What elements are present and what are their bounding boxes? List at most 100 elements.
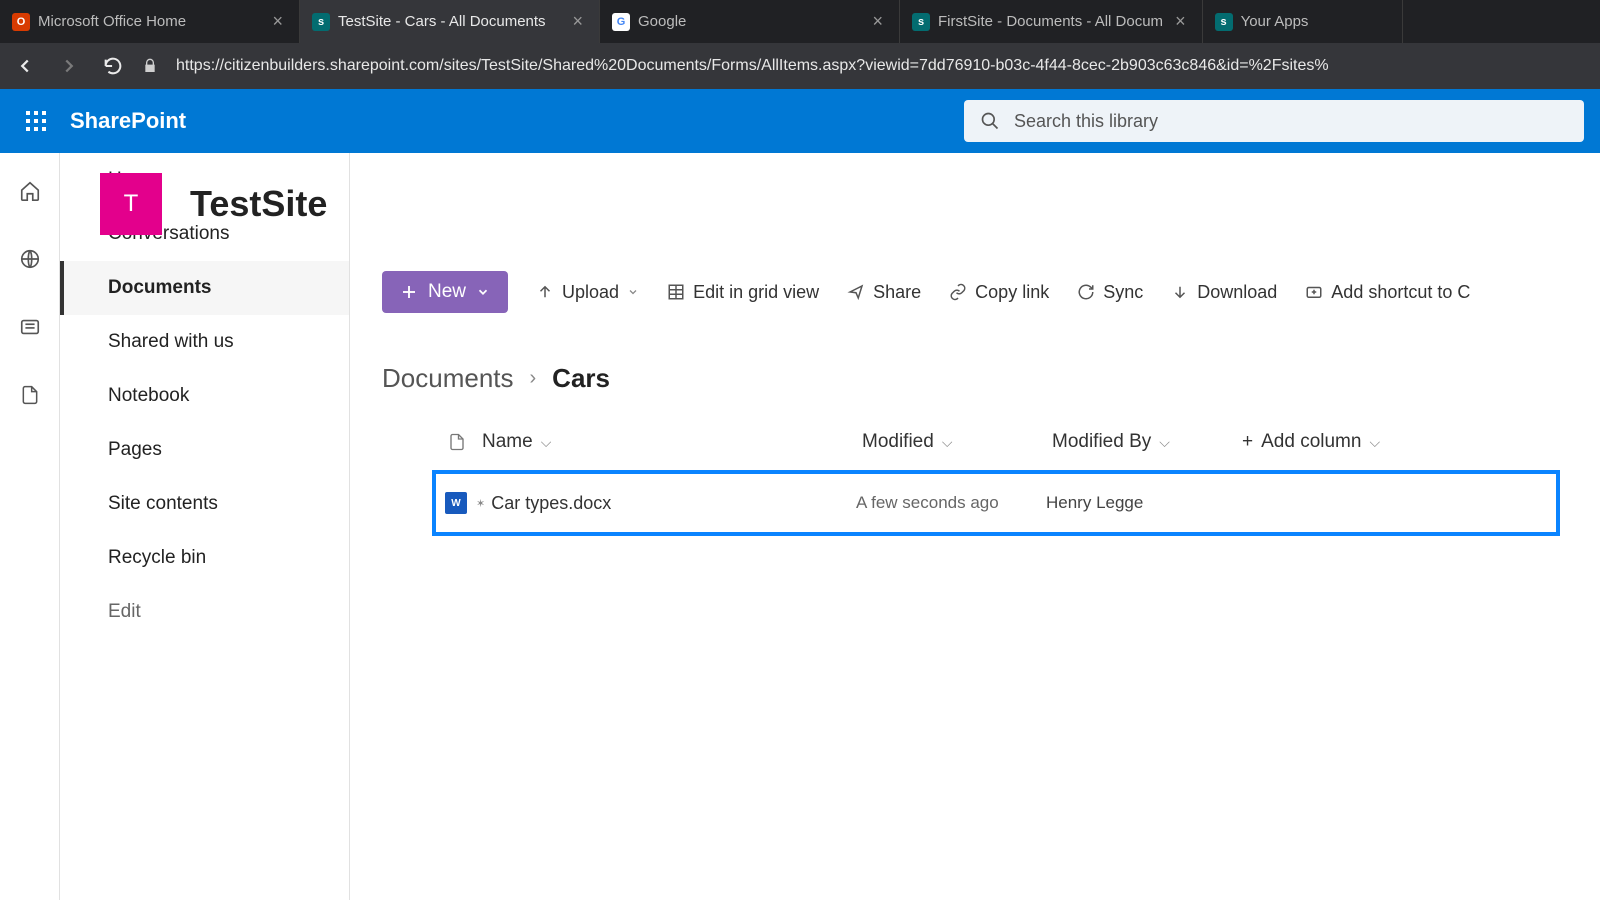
add-shortcut-button[interactable]: Add shortcut to C xyxy=(1305,282,1470,303)
browser-tab[interactable]: G Google × xyxy=(600,0,900,43)
favicon-sharepoint-icon: s xyxy=(912,13,930,31)
file-row[interactable]: W ✶ Car types.docx A few seconds ago Hen… xyxy=(436,474,1556,532)
nav-item-notebook[interactable]: Notebook xyxy=(60,369,349,423)
close-icon[interactable]: × xyxy=(868,11,887,32)
tab-title: Your Apps xyxy=(1241,13,1390,30)
nav-item-shared-with-us[interactable]: Shared with us xyxy=(60,315,349,369)
search-icon xyxy=(980,111,1000,131)
chevron-down-icon xyxy=(627,286,639,298)
share-icon xyxy=(847,283,865,301)
shortcut-icon xyxy=(1305,283,1323,301)
chevron-down-icon xyxy=(476,285,490,299)
nav-item-site-contents[interactable]: Site contents xyxy=(60,477,349,531)
favicon-google-icon: G xyxy=(612,13,630,31)
modified-column-header[interactable]: Modified ⌵ xyxy=(862,431,1052,453)
edit-grid-label: Edit in grid view xyxy=(693,282,819,303)
file-name: ✶ Car types.docx xyxy=(476,493,856,514)
link-icon xyxy=(949,283,967,301)
site-logo[interactable]: T xyxy=(100,173,162,235)
files-icon[interactable] xyxy=(14,379,46,411)
product-name[interactable]: SharePoint xyxy=(70,108,186,134)
plus-icon: + xyxy=(1242,431,1253,453)
file-modified: A few seconds ago xyxy=(856,493,1046,513)
home-icon[interactable] xyxy=(14,175,46,207)
favicon-office-icon: O xyxy=(12,13,30,31)
tab-title: FirstSite - Documents - All Docum xyxy=(938,13,1163,30)
forward-button[interactable] xyxy=(52,49,86,83)
site-title[interactable]: TestSite xyxy=(190,183,327,225)
browser-tab-strip: O Microsoft Office Home × s TestSite - C… xyxy=(0,0,1600,43)
add-column-label: Add column xyxy=(1261,431,1361,453)
grid-icon xyxy=(667,283,685,301)
favicon-sharepoint-icon: s xyxy=(312,13,330,31)
word-icon: W xyxy=(445,492,467,514)
add-column-button[interactable]: + Add column ⌵ xyxy=(1242,431,1442,453)
chevron-down-icon: ⌵ xyxy=(1369,434,1380,451)
sync-icon xyxy=(1077,283,1095,301)
type-icon-column[interactable] xyxy=(432,431,482,453)
tab-title: Microsoft Office Home xyxy=(38,13,260,30)
modified-by-column-header[interactable]: Modified By ⌵ xyxy=(1052,431,1242,453)
browser-tab[interactable]: O Microsoft Office Home × xyxy=(0,0,300,43)
file-row-highlighted: W ✶ Car types.docx A few seconds ago Hen… xyxy=(432,470,1560,536)
name-label: Name xyxy=(482,431,533,453)
news-icon[interactable] xyxy=(14,311,46,343)
share-button[interactable]: Share xyxy=(847,282,921,303)
upload-button[interactable]: Upload xyxy=(536,282,639,303)
address-bar[interactable]: https://citizenbuilders.sharepoint.com/s… xyxy=(170,57,1329,75)
name-column-header[interactable]: Name ⌵ xyxy=(482,431,862,453)
file-icon xyxy=(448,431,466,453)
search-placeholder: Search this library xyxy=(1014,111,1158,132)
chevron-down-icon: ⌵ xyxy=(942,434,953,451)
download-button[interactable]: Download xyxy=(1171,282,1277,303)
upload-label: Upload xyxy=(562,282,619,303)
chevron-down-icon: ⌵ xyxy=(1159,434,1170,451)
new-label: New xyxy=(428,281,466,303)
global-nav-rail xyxy=(0,153,60,900)
modified-label: Modified xyxy=(862,431,934,453)
nav-item-pages[interactable]: Pages xyxy=(60,423,349,477)
chevron-down-icon: ⌵ xyxy=(541,434,552,451)
browser-tab[interactable]: s TestSite - Cars - All Documents × xyxy=(300,0,600,43)
browser-toolbar: https://citizenbuilders.sharepoint.com/s… xyxy=(0,43,1600,89)
breadcrumb-current: Cars xyxy=(552,363,610,394)
breadcrumb-root[interactable]: Documents xyxy=(382,363,514,394)
back-button[interactable] xyxy=(8,49,42,83)
close-icon[interactable]: × xyxy=(1171,11,1190,32)
column-headers: Name ⌵ Modified ⌵ Modified By ⌵ + Add co… xyxy=(382,414,1600,470)
browser-tab[interactable]: s Your Apps xyxy=(1203,0,1403,43)
file-modified-by[interactable]: Henry Legge xyxy=(1046,493,1236,513)
file-name-text[interactable]: Car types.docx xyxy=(491,493,611,514)
search-input[interactable]: Search this library xyxy=(964,100,1584,142)
breadcrumb: Documents › Cars xyxy=(350,333,1600,414)
tab-title: TestSite - Cars - All Documents xyxy=(338,13,560,30)
main-content: T TestSite New Upload Edit in grid view xyxy=(350,153,1600,900)
download-label: Download xyxy=(1197,282,1277,303)
tab-title: Google xyxy=(638,13,860,30)
new-indicator-icon: ✶ xyxy=(476,497,485,510)
browser-tab[interactable]: s FirstSite - Documents - All Docum × xyxy=(900,0,1203,43)
nav-edit-link[interactable]: Edit xyxy=(60,585,349,639)
site-nav-panel: Home Conversations Documents Shared with… xyxy=(60,153,350,900)
nav-item-recycle-bin[interactable]: Recycle bin xyxy=(60,531,349,585)
document-list: Name ⌵ Modified ⌵ Modified By ⌵ + Add co… xyxy=(350,414,1600,536)
close-icon[interactable]: × xyxy=(268,11,287,32)
reload-button[interactable] xyxy=(96,49,130,83)
suite-bar: SharePoint Search this library xyxy=(0,89,1600,153)
favicon-sharepoint-icon: s xyxy=(1215,13,1233,31)
nav-item-documents[interactable]: Documents xyxy=(60,261,349,315)
edit-grid-button[interactable]: Edit in grid view xyxy=(667,282,819,303)
new-button[interactable]: New xyxy=(382,271,508,313)
globe-icon[interactable] xyxy=(14,243,46,275)
chevron-right-icon: › xyxy=(530,367,537,390)
file-type-icon: W xyxy=(436,492,476,514)
close-icon[interactable]: × xyxy=(568,11,587,32)
sync-button[interactable]: Sync xyxy=(1077,282,1143,303)
lock-icon[interactable] xyxy=(140,58,160,74)
copy-link-button[interactable]: Copy link xyxy=(949,282,1049,303)
site-header: T TestSite xyxy=(60,153,760,263)
sync-label: Sync xyxy=(1103,282,1143,303)
add-shortcut-label: Add shortcut to C xyxy=(1331,282,1470,303)
app-launcher-icon[interactable] xyxy=(16,101,56,141)
upload-icon xyxy=(536,283,554,301)
